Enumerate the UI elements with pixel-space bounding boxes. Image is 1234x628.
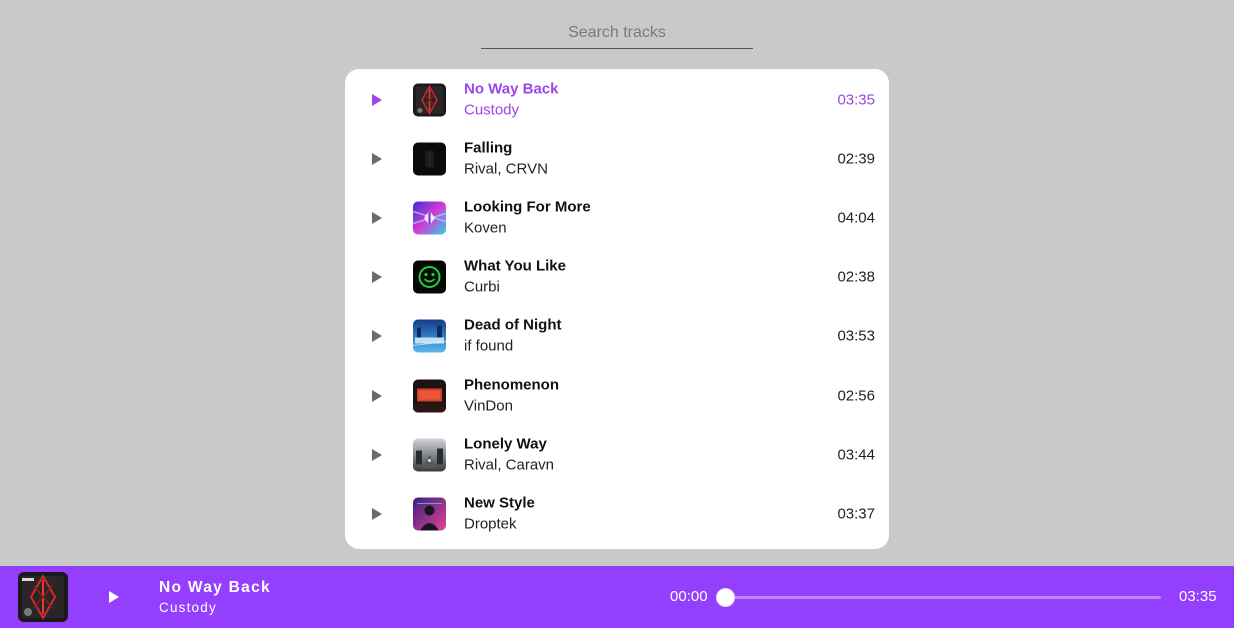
- track-row-no-way-back[interactable]: No Way Back Custody 03:35: [345, 70, 889, 129]
- album-cover: [413, 438, 446, 472]
- now-playing-title: No Way Back: [159, 579, 271, 596]
- album-cover: [413, 319, 446, 353]
- search-input[interactable]: [481, 18, 753, 48]
- track-info: No Way Back Custody: [464, 79, 558, 120]
- track-duration: 03:35: [837, 91, 875, 109]
- play-icon[interactable]: [369, 269, 385, 285]
- search-bar: [481, 18, 753, 49]
- track-artist: VinDon: [464, 397, 513, 415]
- play-icon[interactable]: [369, 328, 385, 344]
- track-info: Dead of Night if found: [464, 316, 562, 357]
- play-icon[interactable]: [369, 388, 385, 404]
- progress-slider[interactable]: [716, 588, 1161, 607]
- track-list: No Way Back Custody 03:35 Falling Rival,…: [345, 69, 889, 549]
- track-artist: if found: [464, 337, 514, 355]
- track-duration: 03:44: [837, 446, 875, 464]
- album-cover: [413, 497, 446, 531]
- album-cover: [413, 83, 446, 117]
- track-row-looking-for-more[interactable]: Looking For More Koven 04:04: [345, 188, 889, 247]
- track-row-phenomenon[interactable]: Phenomenon VinDon 02:56: [345, 366, 889, 425]
- progress-thumb[interactable]: [716, 588, 735, 607]
- track-row-lonely-way[interactable]: Lonely Way Rival, Caravn 03:44: [345, 425, 889, 484]
- play-icon[interactable]: [369, 151, 385, 167]
- track-title: Falling: [464, 139, 513, 157]
- track-artist: Curbi: [464, 278, 500, 296]
- now-playing-info: No Way Back Custody: [159, 578, 271, 618]
- track-title: Phenomenon: [464, 376, 560, 394]
- track-row-dead-of-night[interactable]: Dead of Night if found 03:53: [345, 307, 889, 366]
- music-player-app: No Way Back Custody 03:35 Falling Rival,…: [0, 0, 1234, 628]
- album-cover: [413, 201, 446, 235]
- track-title: No Way Back: [464, 80, 559, 98]
- track-duration: 02:56: [837, 387, 875, 405]
- elapsed-time: 00:00: [670, 588, 708, 605]
- album-cover: [413, 379, 446, 413]
- track-artist: Koven: [464, 219, 507, 237]
- now-playing-artist: Custody: [159, 600, 217, 615]
- play-icon[interactable]: [106, 589, 122, 605]
- album-cover: [413, 142, 446, 176]
- album-cover: [413, 260, 446, 294]
- track-title: New Style: [464, 494, 535, 512]
- track-info: Phenomenon VinDon: [464, 375, 559, 416]
- play-icon[interactable]: [369, 447, 385, 463]
- track-info: Lonely Way Rival, Caravn: [464, 434, 554, 475]
- play-icon[interactable]: [369, 210, 385, 226]
- track-title: What You Like: [464, 257, 566, 275]
- track-artist: Droptek: [464, 515, 517, 533]
- track-duration: 02:38: [837, 268, 875, 286]
- track-title: Dead of Night: [464, 316, 562, 334]
- track-duration: 02:39: [837, 150, 875, 168]
- track-duration: 03:37: [837, 505, 875, 523]
- track-artist: Custody: [464, 101, 520, 119]
- play-icon[interactable]: [369, 506, 385, 522]
- track-duration: 03:53: [837, 327, 875, 345]
- now-playing-cover: [18, 572, 68, 622]
- track-info: New Style Droptek: [464, 493, 535, 534]
- track-row-falling[interactable]: Falling Rival, CRVN 02:39: [345, 129, 889, 188]
- track-row-what-you-like[interactable]: What You Like Curbi 02:38: [345, 248, 889, 307]
- track-duration: 04:04: [837, 209, 875, 227]
- track-artist: Rival, CRVN: [464, 160, 548, 178]
- track-title: Lonely Way: [464, 435, 547, 453]
- track-row-new-style[interactable]: New Style Droptek 03:37: [345, 484, 889, 543]
- play-icon[interactable]: [369, 92, 385, 108]
- player-bar: No Way Back Custody 00:00 03:35: [0, 566, 1234, 628]
- track-title: Looking For More: [464, 198, 591, 216]
- track-artist: Rival, Caravn: [464, 456, 555, 474]
- track-info: Falling Rival, CRVN: [464, 138, 548, 179]
- track-info: What You Like Curbi: [464, 257, 566, 298]
- track-info: Looking For More Koven: [464, 197, 591, 238]
- total-time: 03:35: [1179, 588, 1217, 605]
